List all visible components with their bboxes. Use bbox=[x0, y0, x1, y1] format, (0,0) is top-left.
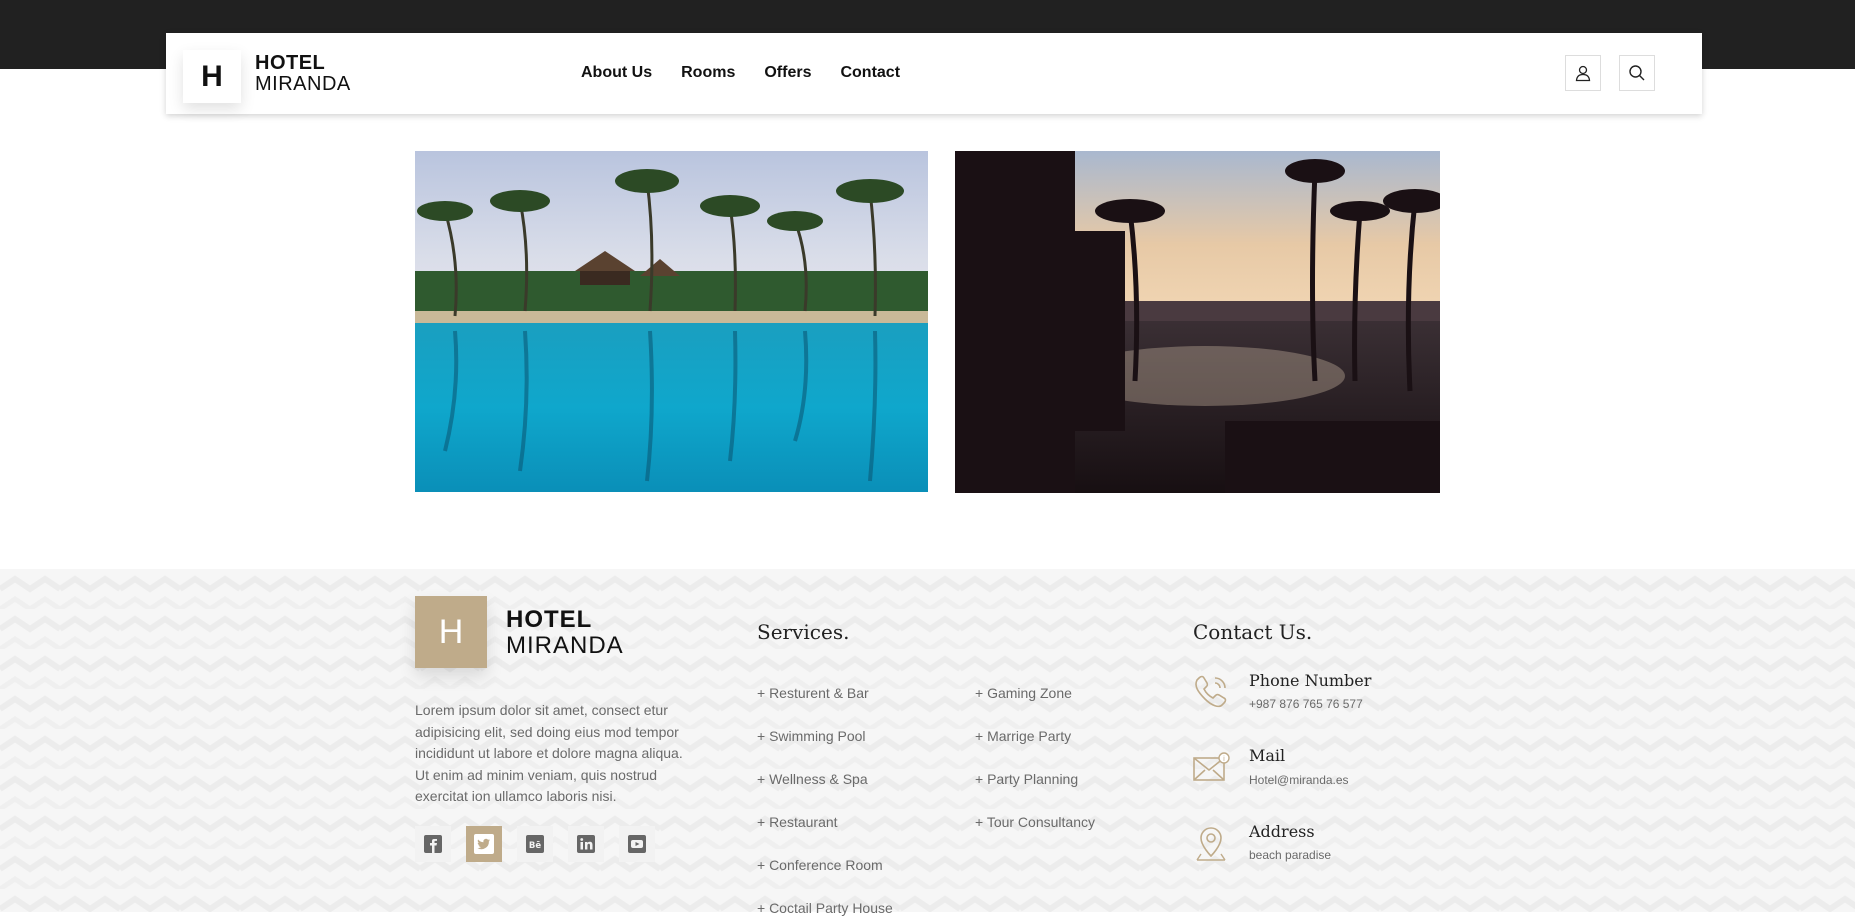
sunset-palms-image bbox=[955, 151, 1440, 493]
service-link[interactable]: + Conference Room bbox=[757, 857, 883, 873]
mail-icon: i bbox=[1193, 752, 1230, 781]
contact-heading: Contact Us. bbox=[1193, 620, 1313, 644]
footer-logo-mark[interactable]: H bbox=[415, 596, 487, 668]
contact-phone-title: Phone Number bbox=[1249, 671, 1372, 690]
service-link[interactable]: + Tour Consultancy bbox=[975, 814, 1095, 830]
service-link[interactable]: + Resturent & Bar bbox=[757, 685, 869, 701]
youtube-icon bbox=[628, 835, 646, 853]
social-links: Bē bbox=[415, 826, 655, 862]
search-button[interactable] bbox=[1619, 55, 1655, 91]
services-heading: Services. bbox=[757, 620, 850, 644]
linkedin-icon bbox=[577, 835, 595, 853]
footer-logo-text[interactable]: HOTEL MIRANDA bbox=[506, 607, 624, 659]
footer-pattern bbox=[0, 569, 1855, 912]
service-link[interactable]: + Coctail Party House bbox=[757, 900, 893, 916]
footer-logo-line-2: MIRANDA bbox=[506, 632, 624, 659]
footer bbox=[0, 569, 1855, 912]
contact-mail-value[interactable]: Hotel@miranda.es bbox=[1249, 773, 1349, 787]
pool-palms-image bbox=[415, 151, 928, 492]
site-header: H HOTEL MIRANDA About Us Rooms Offers Co… bbox=[166, 33, 1702, 114]
behance-icon: Bē bbox=[526, 835, 544, 853]
search-icon bbox=[1629, 65, 1645, 81]
youtube-link[interactable] bbox=[619, 826, 655, 862]
logo-mark[interactable]: H bbox=[183, 50, 241, 103]
behance-link[interactable]: Bē bbox=[517, 826, 553, 862]
nav-rooms[interactable]: Rooms bbox=[681, 64, 735, 82]
service-link[interactable]: + Gaming Zone bbox=[975, 685, 1072, 701]
facebook-link[interactable] bbox=[415, 826, 451, 862]
logo-line-1: HOTEL bbox=[255, 52, 326, 74]
phone-icon bbox=[1195, 675, 1227, 708]
user-button[interactable] bbox=[1565, 55, 1601, 91]
user-icon bbox=[1575, 65, 1591, 82]
contact-address-value: beach paradise bbox=[1249, 848, 1332, 862]
nav-offers[interactable]: Offers bbox=[764, 64, 811, 82]
service-link[interactable]: + Party Planning bbox=[975, 771, 1078, 787]
svg-text:i: i bbox=[1223, 755, 1225, 763]
logo-text[interactable]: HOTEL MIRANDA bbox=[255, 53, 351, 95]
linkedin-link[interactable] bbox=[568, 826, 604, 862]
nav-contact[interactable]: Contact bbox=[840, 64, 900, 82]
service-link[interactable]: + Restaurant bbox=[757, 814, 838, 830]
main-nav: About Us Rooms Offers Contact bbox=[581, 64, 929, 82]
twitter-icon bbox=[474, 834, 494, 854]
logo-line-2: MIRANDA bbox=[255, 73, 351, 95]
service-link[interactable]: + Wellness & Spa bbox=[757, 771, 868, 787]
location-icon bbox=[1196, 827, 1226, 861]
footer-about-text: Lorem ipsum dolor sit amet, consect etur… bbox=[415, 702, 683, 805]
contact-address-title: Address bbox=[1249, 822, 1315, 841]
footer-logo-line-1: HOTEL bbox=[506, 606, 593, 633]
service-link[interactable]: + Marrige Party bbox=[975, 728, 1071, 744]
service-link[interactable]: + Swimming Pool bbox=[757, 728, 866, 744]
contact-phone-value[interactable]: +987 876 765 76 577 bbox=[1249, 697, 1363, 711]
twitter-link[interactable] bbox=[466, 826, 502, 862]
facebook-icon bbox=[424, 835, 442, 853]
svg-text:Bē: Bē bbox=[529, 841, 541, 851]
contact-mail-title: Mail bbox=[1249, 746, 1286, 765]
nav-about-us[interactable]: About Us bbox=[581, 64, 652, 82]
